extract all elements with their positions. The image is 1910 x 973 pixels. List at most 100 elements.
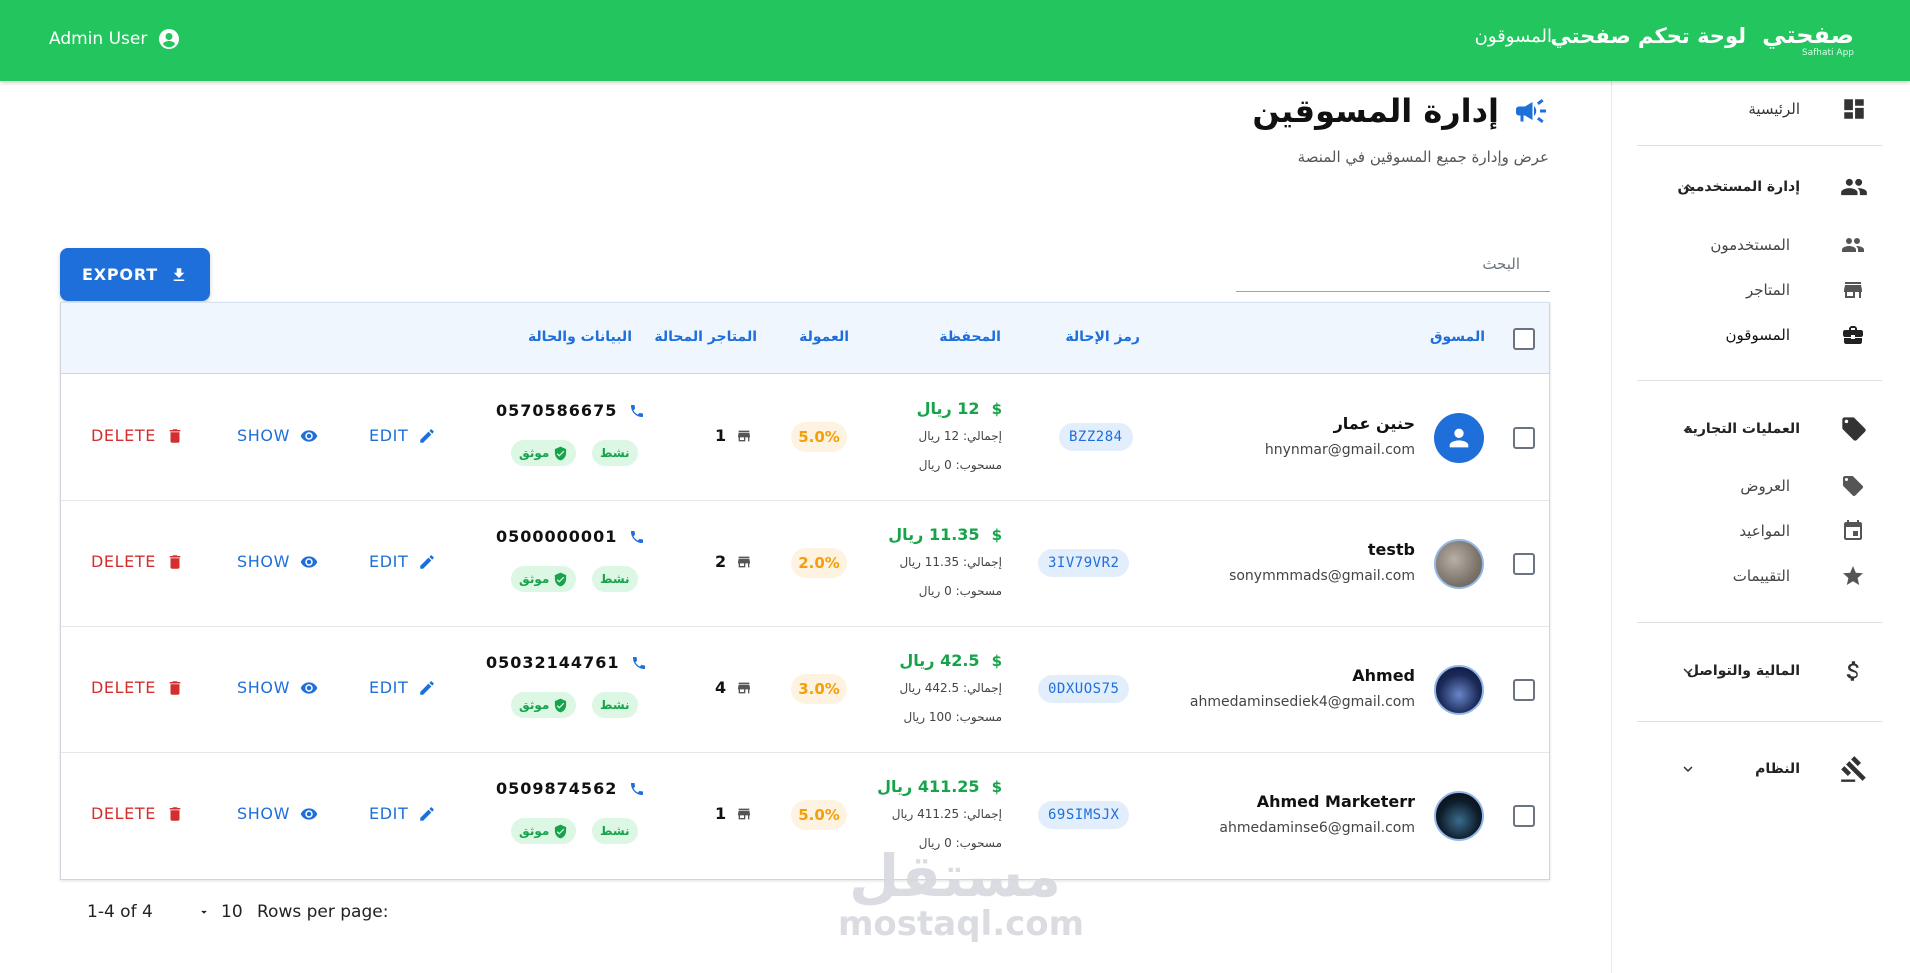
avatar — [1434, 665, 1484, 715]
storefront-icon — [738, 808, 751, 819]
wallet-balance: $ 11.35 ريال — [888, 525, 1002, 544]
sidebar-group-users-management[interactable]: إدارة المستخدمين — [1611, 167, 1910, 207]
avatar — [1434, 413, 1484, 463]
delete-button[interactable]: DELETE — [91, 426, 184, 445]
chevron-down-icon[interactable] — [1679, 662, 1697, 680]
marketer-email: sonymmmads@gmail.com — [1229, 568, 1415, 584]
table-row[interactable]: Ahmed ahmedaminsediek4@gmail.com 0DXUOS7… — [61, 627, 1549, 753]
row-checkbox[interactable] — [1513, 427, 1535, 449]
dollar-icon: $ — [991, 525, 1002, 544]
gavel-icon — [1840, 755, 1868, 783]
sidebar-item-label: المسوقون — [1725, 326, 1790, 344]
column-header-referral[interactable]: رمز الإحالة — [1065, 329, 1140, 345]
table-row[interactable]: حنين عمار hnynmar@gmail.com BZZ284 $ 12 … — [61, 375, 1549, 501]
pagination-range: 1-4 of 4 — [87, 902, 153, 922]
referral-code: BZZ284 — [1059, 423, 1133, 451]
sidebar-item-stores[interactable]: المتاجر — [1611, 272, 1910, 308]
chevron-up-icon[interactable] — [1679, 420, 1697, 438]
chevron-down-icon[interactable] — [1679, 760, 1697, 778]
trash-icon — [169, 806, 181, 821]
dollar-icon: $ — [991, 777, 1002, 796]
row-checkbox[interactable] — [1513, 805, 1535, 827]
commission-badge: 5.0% — [791, 422, 847, 452]
wallet-amount: 411.25 ريال — [877, 777, 980, 796]
show-button[interactable]: SHOW — [237, 678, 318, 697]
sidebar-group-commerce[interactable]: العمليات التجارية — [1611, 409, 1910, 449]
delete-button[interactable]: DELETE — [91, 804, 184, 823]
chevron-up-icon[interactable] — [1679, 178, 1697, 196]
sidebar-item-marketers[interactable]: المسوقون — [1611, 317, 1910, 353]
show-button[interactable]: SHOW — [237, 804, 318, 823]
delete-button[interactable]: DELETE — [91, 678, 184, 697]
star-icon — [1840, 563, 1866, 589]
marketer-email: ahmedaminsediek4@gmail.com — [1189, 694, 1415, 710]
referred-stores-count: 4 — [715, 678, 752, 697]
select-all-checkbox[interactable] — [1513, 328, 1535, 350]
export-button[interactable]: EXPORT — [60, 248, 210, 301]
phone-text: 0509874562 — [496, 779, 618, 798]
marketer-name: Ahmed — [1352, 666, 1415, 685]
wallet-amount: 11.35 ريال — [888, 525, 980, 544]
sidebar-divider — [1637, 721, 1882, 722]
current-section-link[interactable]: المسوقون — [1475, 26, 1552, 47]
referral-code: 3IV79VR2 — [1038, 549, 1130, 577]
wallet-total: إجمالي: 12 ريال — [918, 429, 1002, 443]
pencil-icon — [420, 680, 435, 695]
sidebar-group-system[interactable]: النظام — [1611, 749, 1910, 789]
table-row[interactable]: testb sonymmmads@gmail.com 3IV79VR2 $ 11… — [61, 501, 1549, 627]
stores-count: 2 — [715, 552, 727, 571]
wallet-amount: 12 ريال — [916, 399, 980, 418]
row-checkbox[interactable] — [1513, 553, 1535, 575]
verified-shield-icon — [555, 572, 567, 586]
page-header: إدارة المسوقين عرض وإدارة جميع المسوقين … — [1252, 92, 1549, 166]
search-input[interactable] — [1236, 244, 1550, 284]
sidebar-item-home[interactable]: الرئيسية — [1611, 89, 1910, 129]
sidebar-item-users[interactable]: المستخدمون — [1611, 227, 1910, 263]
phone-icon — [631, 404, 644, 417]
sidebar-item-appointments[interactable]: المواعيد — [1611, 513, 1910, 549]
status-verified-badge: موثق — [511, 818, 577, 844]
search-field[interactable] — [1236, 244, 1550, 292]
edit-button[interactable]: EDIT — [369, 804, 436, 823]
user-menu[interactable]: Admin User — [49, 27, 181, 51]
column-header-stores[interactable]: المتاجر المحالة — [654, 329, 757, 345]
edit-button[interactable]: EDIT — [369, 426, 436, 445]
sidebar-divider — [1637, 145, 1882, 146]
verified-shield-icon — [555, 446, 567, 460]
sidebar-item-offers[interactable]: العروض — [1611, 468, 1910, 504]
campaign-megaphone-icon — [1516, 99, 1546, 123]
people-icon — [1840, 232, 1866, 258]
show-button[interactable]: SHOW — [237, 552, 318, 571]
rows-per-page-label: Rows per page: — [257, 902, 389, 922]
people-icon — [1840, 173, 1868, 201]
column-header-marketer[interactable]: المسوق — [1430, 329, 1485, 345]
row-checkbox[interactable] — [1513, 679, 1535, 701]
rows-per-page-select[interactable]: 10 — [197, 902, 243, 922]
dashboard-title[interactable]: لوحة تحكم صفحتي — [1550, 24, 1746, 48]
referred-stores-count: 1 — [715, 426, 752, 445]
column-header-status[interactable]: البيانات والحالة — [528, 329, 632, 345]
calendar-icon — [1840, 518, 1866, 544]
edit-button[interactable]: EDIT — [369, 552, 436, 571]
wallet-total: إجمالي: 442.5 ريال — [899, 681, 1002, 695]
commission-badge: 2.0% — [791, 548, 847, 578]
brand-logo[interactable]: صفحتي Safhati App — [1758, 22, 1855, 58]
show-button[interactable]: SHOW — [237, 426, 318, 445]
sidebar-item-ratings[interactable]: التقييمات — [1611, 558, 1910, 594]
table-row[interactable]: Ahmed Marketerr ahmedaminse6@gmail.com 6… — [61, 753, 1549, 879]
marketer-name: testb — [1367, 540, 1415, 559]
wallet-withdrawn: مسحوب: 0 ريال — [918, 584, 1002, 598]
trash-icon — [169, 554, 181, 569]
storefront-icon — [738, 556, 751, 567]
phone-text: 0500000001 — [496, 527, 618, 546]
delete-button[interactable]: DELETE — [91, 552, 184, 571]
wallet-total: إجمالي: 411.25 ريال — [891, 807, 1002, 821]
column-header-wallet[interactable]: المحفظة — [939, 329, 1001, 345]
sidebar-group-finance[interactable]: المالية والتواصل — [1611, 651, 1910, 691]
phone-number: 0500000001 — [496, 527, 645, 546]
table-header: المسوق رمز الإحالة المحفظة العمولة المتا… — [61, 303, 1549, 374]
commission-badge: 5.0% — [791, 800, 847, 830]
edit-button[interactable]: EDIT — [369, 678, 436, 697]
column-header-commission[interactable]: العمولة — [799, 329, 849, 345]
wallet-balance: $ 42.5 ريال — [899, 651, 1002, 670]
